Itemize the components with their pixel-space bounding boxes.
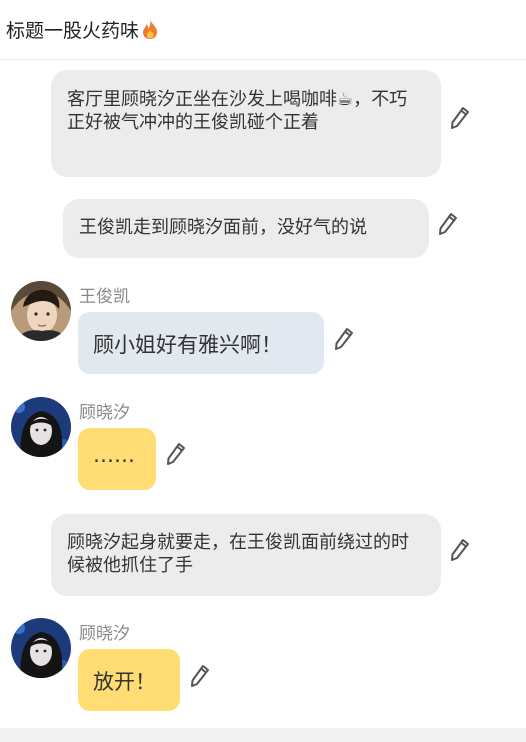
pencil-icon[interactable] — [450, 106, 470, 130]
pencil-icon[interactable] — [166, 442, 186, 466]
narration-text: 王俊凯走到顾晓汐面前，没好气的说 — [79, 217, 367, 238]
avatar[interactable] — [11, 281, 71, 341]
page-title: 标题一股火药味 — [6, 16, 159, 45]
avatar[interactable] — [11, 397, 71, 457]
speaker-name: 顾晓汐 — [79, 403, 130, 423]
dialogue-text: 放开！ — [93, 670, 156, 694]
narration-bubble[interactable]: 顾晓汐起身就要走，在王俊凯面前绕过的时候被他抓住了手 — [51, 514, 441, 596]
avatar[interactable] — [11, 618, 71, 678]
pencil-icon[interactable] — [438, 212, 458, 236]
header-bar: 标题一股火药味 — [0, 0, 526, 60]
speaker-name: 顾晓汐 — [79, 624, 130, 644]
dialogue-bubble[interactable]: …… — [78, 428, 156, 490]
pencil-icon[interactable] — [190, 664, 210, 688]
speaker-name: 王俊凯 — [79, 287, 130, 307]
dialogue-text: 顾小姐好有雅兴啊！ — [93, 333, 282, 357]
narration-bubble[interactable]: 客厅里顾晓汐正坐在沙发上喝咖啡☕，不巧正好被气冲冲的王俊凯碰个正着 — [51, 70, 441, 177]
bottom-bar — [0, 728, 526, 742]
dialogue-text: …… — [93, 443, 135, 467]
dialogue-bubble[interactable]: 放开！ — [78, 649, 180, 711]
dialogue-bubble[interactable]: 顾小姐好有雅兴啊！ — [78, 312, 324, 374]
narration-text: 客厅里顾晓汐正坐在沙发上喝咖啡☕，不巧正好被气冲冲的王俊凯碰个正着 — [67, 89, 408, 133]
pencil-icon[interactable] — [334, 327, 354, 351]
fire-icon — [141, 18, 159, 45]
pencil-icon[interactable] — [450, 538, 470, 562]
narration-text: 顾晓汐起身就要走，在王俊凯面前绕过的时候被他抓住了手 — [67, 532, 409, 576]
narration-bubble[interactable]: 王俊凯走到顾晓汐面前，没好气的说 — [63, 199, 429, 258]
